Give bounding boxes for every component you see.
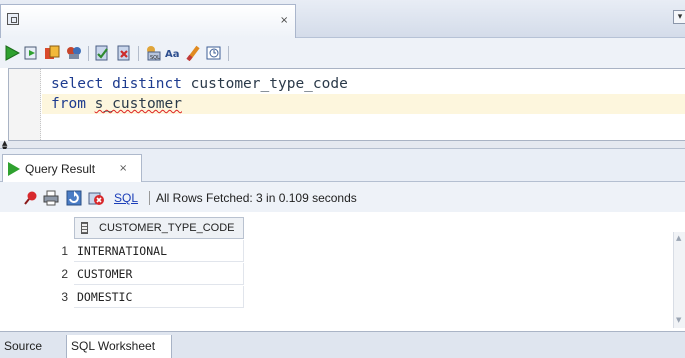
editor-splitter[interactable]: ▲▼	[0, 140, 685, 153]
editor-toolbar: SQL Aa	[0, 38, 685, 68]
table-cell[interactable]: DOMESTIC	[74, 286, 244, 308]
sql-tuning-advisor-icon[interactable]: SQL	[145, 45, 161, 61]
row-number: 2	[61, 267, 68, 281]
run-script-icon[interactable]	[23, 45, 39, 61]
tab-list-dropdown-button[interactable]: ▾	[673, 10, 685, 24]
scroll-down-icon[interactable]: ▼	[676, 316, 681, 324]
autotrace-icon[interactable]	[44, 45, 60, 61]
toolbar-separator	[138, 46, 139, 61]
clear-icon[interactable]	[186, 45, 202, 61]
toolbar-separator	[228, 46, 229, 61]
cell-value: CUSTOMER	[77, 267, 133, 281]
history-icon[interactable]	[206, 45, 222, 61]
query-result-icon	[8, 162, 20, 176]
to-upper-lower-icon[interactable]: Aa	[165, 45, 181, 61]
result-grid: CUSTOMER_TYPE_CODE 1 INTERNATIONAL 2 CUS…	[0, 212, 685, 331]
run-statement-icon[interactable]	[4, 45, 20, 61]
code-line: select distinct customer_type_code	[51, 74, 348, 94]
sql-table-name: s_customer	[94, 96, 182, 112]
scroll-up-icon[interactable]: ▲	[676, 234, 681, 242]
table-cell[interactable]: CUSTOMER	[74, 263, 244, 285]
svg-text:Aa: Aa	[165, 49, 180, 60]
vertical-scrollbar[interactable]: ▲ ▼	[673, 232, 685, 328]
sql-identifier: customer_type_code	[181, 76, 348, 92]
worksheet-tab[interactable]: ×	[0, 4, 296, 38]
refresh-icon[interactable]	[66, 190, 82, 206]
table-cell[interactable]: INTERNATIONAL	[74, 240, 244, 262]
column-header-label: CUSTOMER_TYPE_CODE	[99, 222, 235, 234]
tab-sql-worksheet[interactable]: SQL Worksheet	[66, 335, 172, 358]
close-tab-icon[interactable]: ×	[119, 163, 127, 174]
print-icon[interactable]	[43, 190, 59, 206]
toolbar-separator	[149, 191, 150, 205]
editor-gutter	[9, 69, 41, 140]
table-row[interactable]: 1 INTERNATIONAL	[0, 240, 250, 262]
fetch-status-text: All Rows Fetched: 3 in 0.109 seconds	[156, 191, 357, 205]
table-row[interactable]: 3 DOMESTIC	[0, 286, 250, 308]
column-type-icon	[81, 222, 88, 234]
bottom-tab-strip: Source SQL Worksheet	[0, 331, 685, 358]
cell-value: INTERNATIONAL	[77, 244, 168, 258]
explain-plan-icon[interactable]	[66, 45, 82, 61]
code-line: from s_customer	[51, 94, 182, 114]
column-header-customer-type-code[interactable]: CUSTOMER_TYPE_CODE	[74, 217, 244, 239]
sql-space	[86, 96, 95, 112]
tab-source[interactable]: Source	[0, 335, 64, 358]
tab-label: Query Result	[25, 162, 96, 176]
document-tab-strip: × ▾	[0, 0, 685, 38]
result-tab-strip: Query Result ×	[0, 149, 685, 182]
tab-query-result[interactable]: Query Result ×	[2, 154, 142, 182]
worksheet-icon	[7, 13, 19, 25]
cancel-icon[interactable]	[88, 190, 104, 206]
close-tab-icon[interactable]: ×	[280, 16, 288, 26]
pin-icon[interactable]	[22, 190, 38, 206]
row-number: 1	[61, 244, 68, 258]
sql-link[interactable]: SQL	[114, 191, 138, 205]
commit-icon[interactable]	[94, 45, 110, 61]
sql-keyword: select distinct	[51, 76, 182, 92]
sql-editor[interactable]: select distinct customer_type_code from …	[8, 68, 685, 141]
table-row[interactable]: 2 CUSTOMER	[0, 263, 250, 285]
sql-keyword: from	[51, 96, 86, 112]
cell-value: DOMESTIC	[77, 290, 133, 304]
row-number: 3	[61, 290, 68, 304]
rollback-icon[interactable]	[116, 45, 132, 61]
toolbar-separator	[88, 46, 89, 61]
svg-text:SQL: SQL	[150, 55, 160, 61]
result-toolbar: SQL All Rows Fetched: 3 in 0.109 seconds	[0, 182, 685, 212]
